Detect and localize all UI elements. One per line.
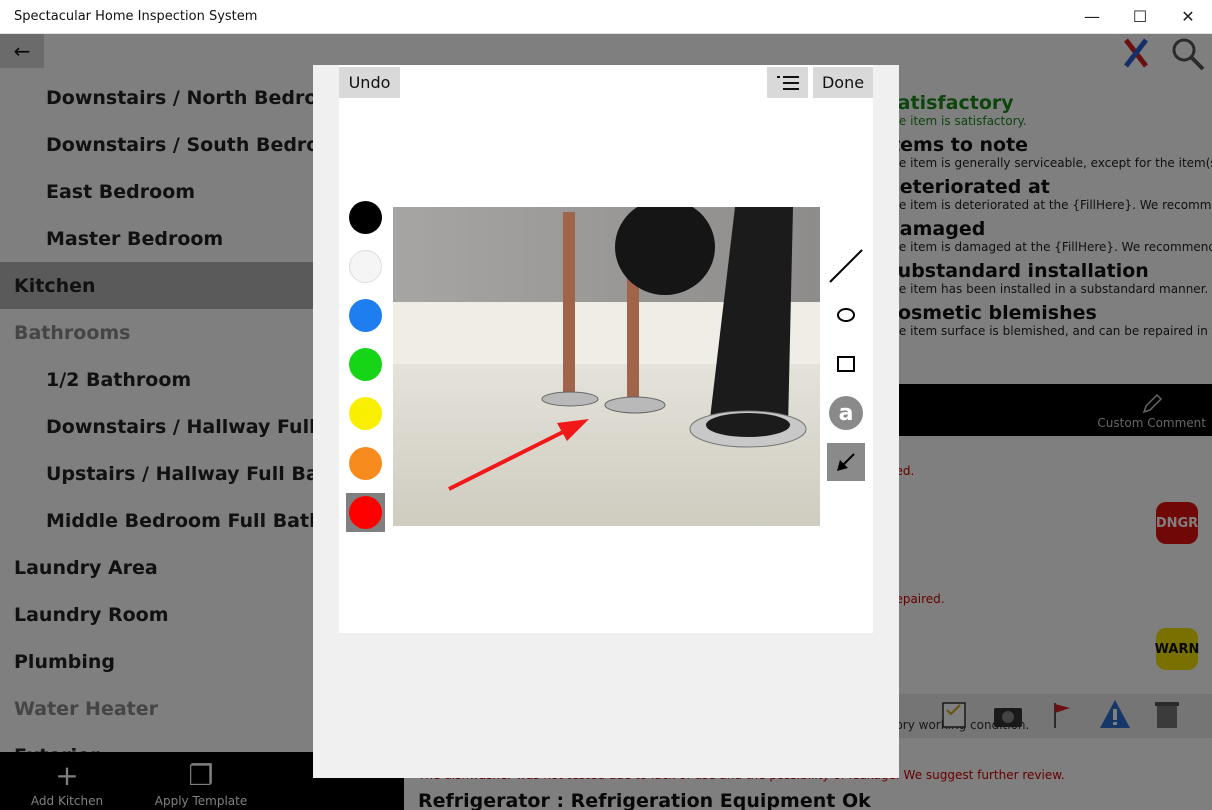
close-button[interactable]: ✕ — [1164, 0, 1212, 34]
window-title: Spectacular Home Inspection System — [14, 9, 258, 24]
rectangle-icon — [837, 356, 855, 372]
line-icon — [829, 249, 863, 283]
menu-button[interactable] — [767, 67, 808, 98]
ellipse-tool[interactable] — [827, 296, 865, 334]
inspection-photo[interactable] — [393, 207, 820, 526]
arrow-icon — [837, 453, 855, 471]
minimize-button[interactable]: — — [1068, 0, 1116, 34]
undo-button[interactable]: Undo — [339, 67, 400, 98]
line-tool[interactable] — [827, 247, 865, 285]
list-icon — [776, 75, 799, 90]
color-green[interactable] — [349, 348, 382, 381]
color-black[interactable] — [349, 201, 382, 234]
color-orange[interactable] — [349, 447, 382, 480]
arrow-tool[interactable] — [827, 443, 865, 481]
rectangle-tool[interactable] — [827, 345, 865, 383]
text-tool[interactable]: a — [827, 394, 865, 432]
color-yellow[interactable] — [349, 397, 382, 430]
annotation-canvas[interactable]: Undo Done a — [339, 65, 873, 633]
color-blue[interactable] — [349, 299, 382, 332]
color-white[interactable] — [349, 250, 382, 283]
photo-image — [393, 207, 820, 526]
annotation-dialog: Undo Done a — [313, 65, 899, 778]
color-red[interactable] — [349, 496, 382, 529]
maximize-button[interactable]: ☐ — [1116, 0, 1164, 34]
ellipse-icon — [837, 308, 855, 322]
done-button[interactable]: Done — [813, 67, 873, 98]
app-area: ← Downstairs / North Bedroom Downstairs … — [0, 34, 1212, 810]
text-tool-icon: a — [829, 396, 863, 430]
title-bar: Spectacular Home Inspection System — ☐ ✕ — [0, 0, 1212, 34]
